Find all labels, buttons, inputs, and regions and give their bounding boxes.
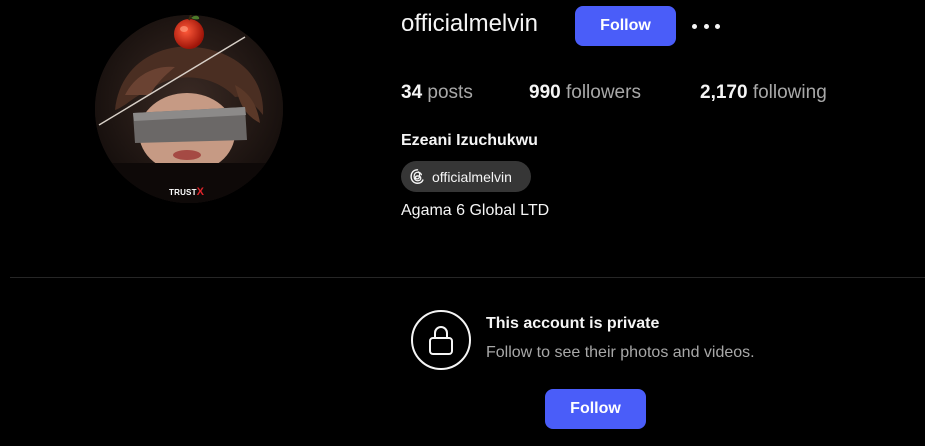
private-account-subtitle: Follow to see their photos and videos. — [486, 344, 755, 361]
profile-page: TRUSTX officialmelvin Follow 34 posts 99… — [0, 0, 925, 446]
profile-bio: Agama 6 Global LTD — [401, 202, 550, 219]
more-dot — [692, 23, 697, 29]
stat-posts: 34 posts — [401, 82, 473, 104]
avatar-brand-text: TRUSTX — [169, 186, 205, 198]
profile-avatar[interactable]: TRUSTX — [95, 15, 283, 203]
followers-label: followers — [565, 82, 641, 103]
posts-label: posts — [427, 82, 473, 103]
threads-badge[interactable]: officialmelvin — [401, 161, 531, 192]
following-count: 2,170 — [700, 82, 748, 103]
section-divider — [10, 277, 925, 278]
posts-count: 34 — [401, 82, 423, 103]
lock-glyph — [429, 326, 453, 355]
follow-button[interactable]: Follow — [575, 6, 676, 46]
more-options-icon[interactable] — [692, 16, 720, 36]
avatar-image — [95, 15, 283, 203]
threads-handle: officialmelvin — [432, 168, 512, 185]
following-label: following — [752, 82, 827, 103]
follow-button-private[interactable]: Follow — [545, 389, 646, 429]
lock-icon — [411, 310, 471, 370]
profile-full-name: Ezeani Izuchukwu — [401, 132, 538, 149]
followers-count: 990 — [529, 82, 561, 103]
more-dot — [703, 23, 709, 29]
private-account-title: This account is private — [486, 315, 660, 332]
stat-followers[interactable]: 990 followers — [529, 82, 641, 104]
threads-icon — [410, 169, 424, 184]
stat-following[interactable]: 2,170 following — [700, 82, 827, 104]
profile-username: officialmelvin — [401, 10, 538, 37]
more-dot — [715, 23, 720, 29]
